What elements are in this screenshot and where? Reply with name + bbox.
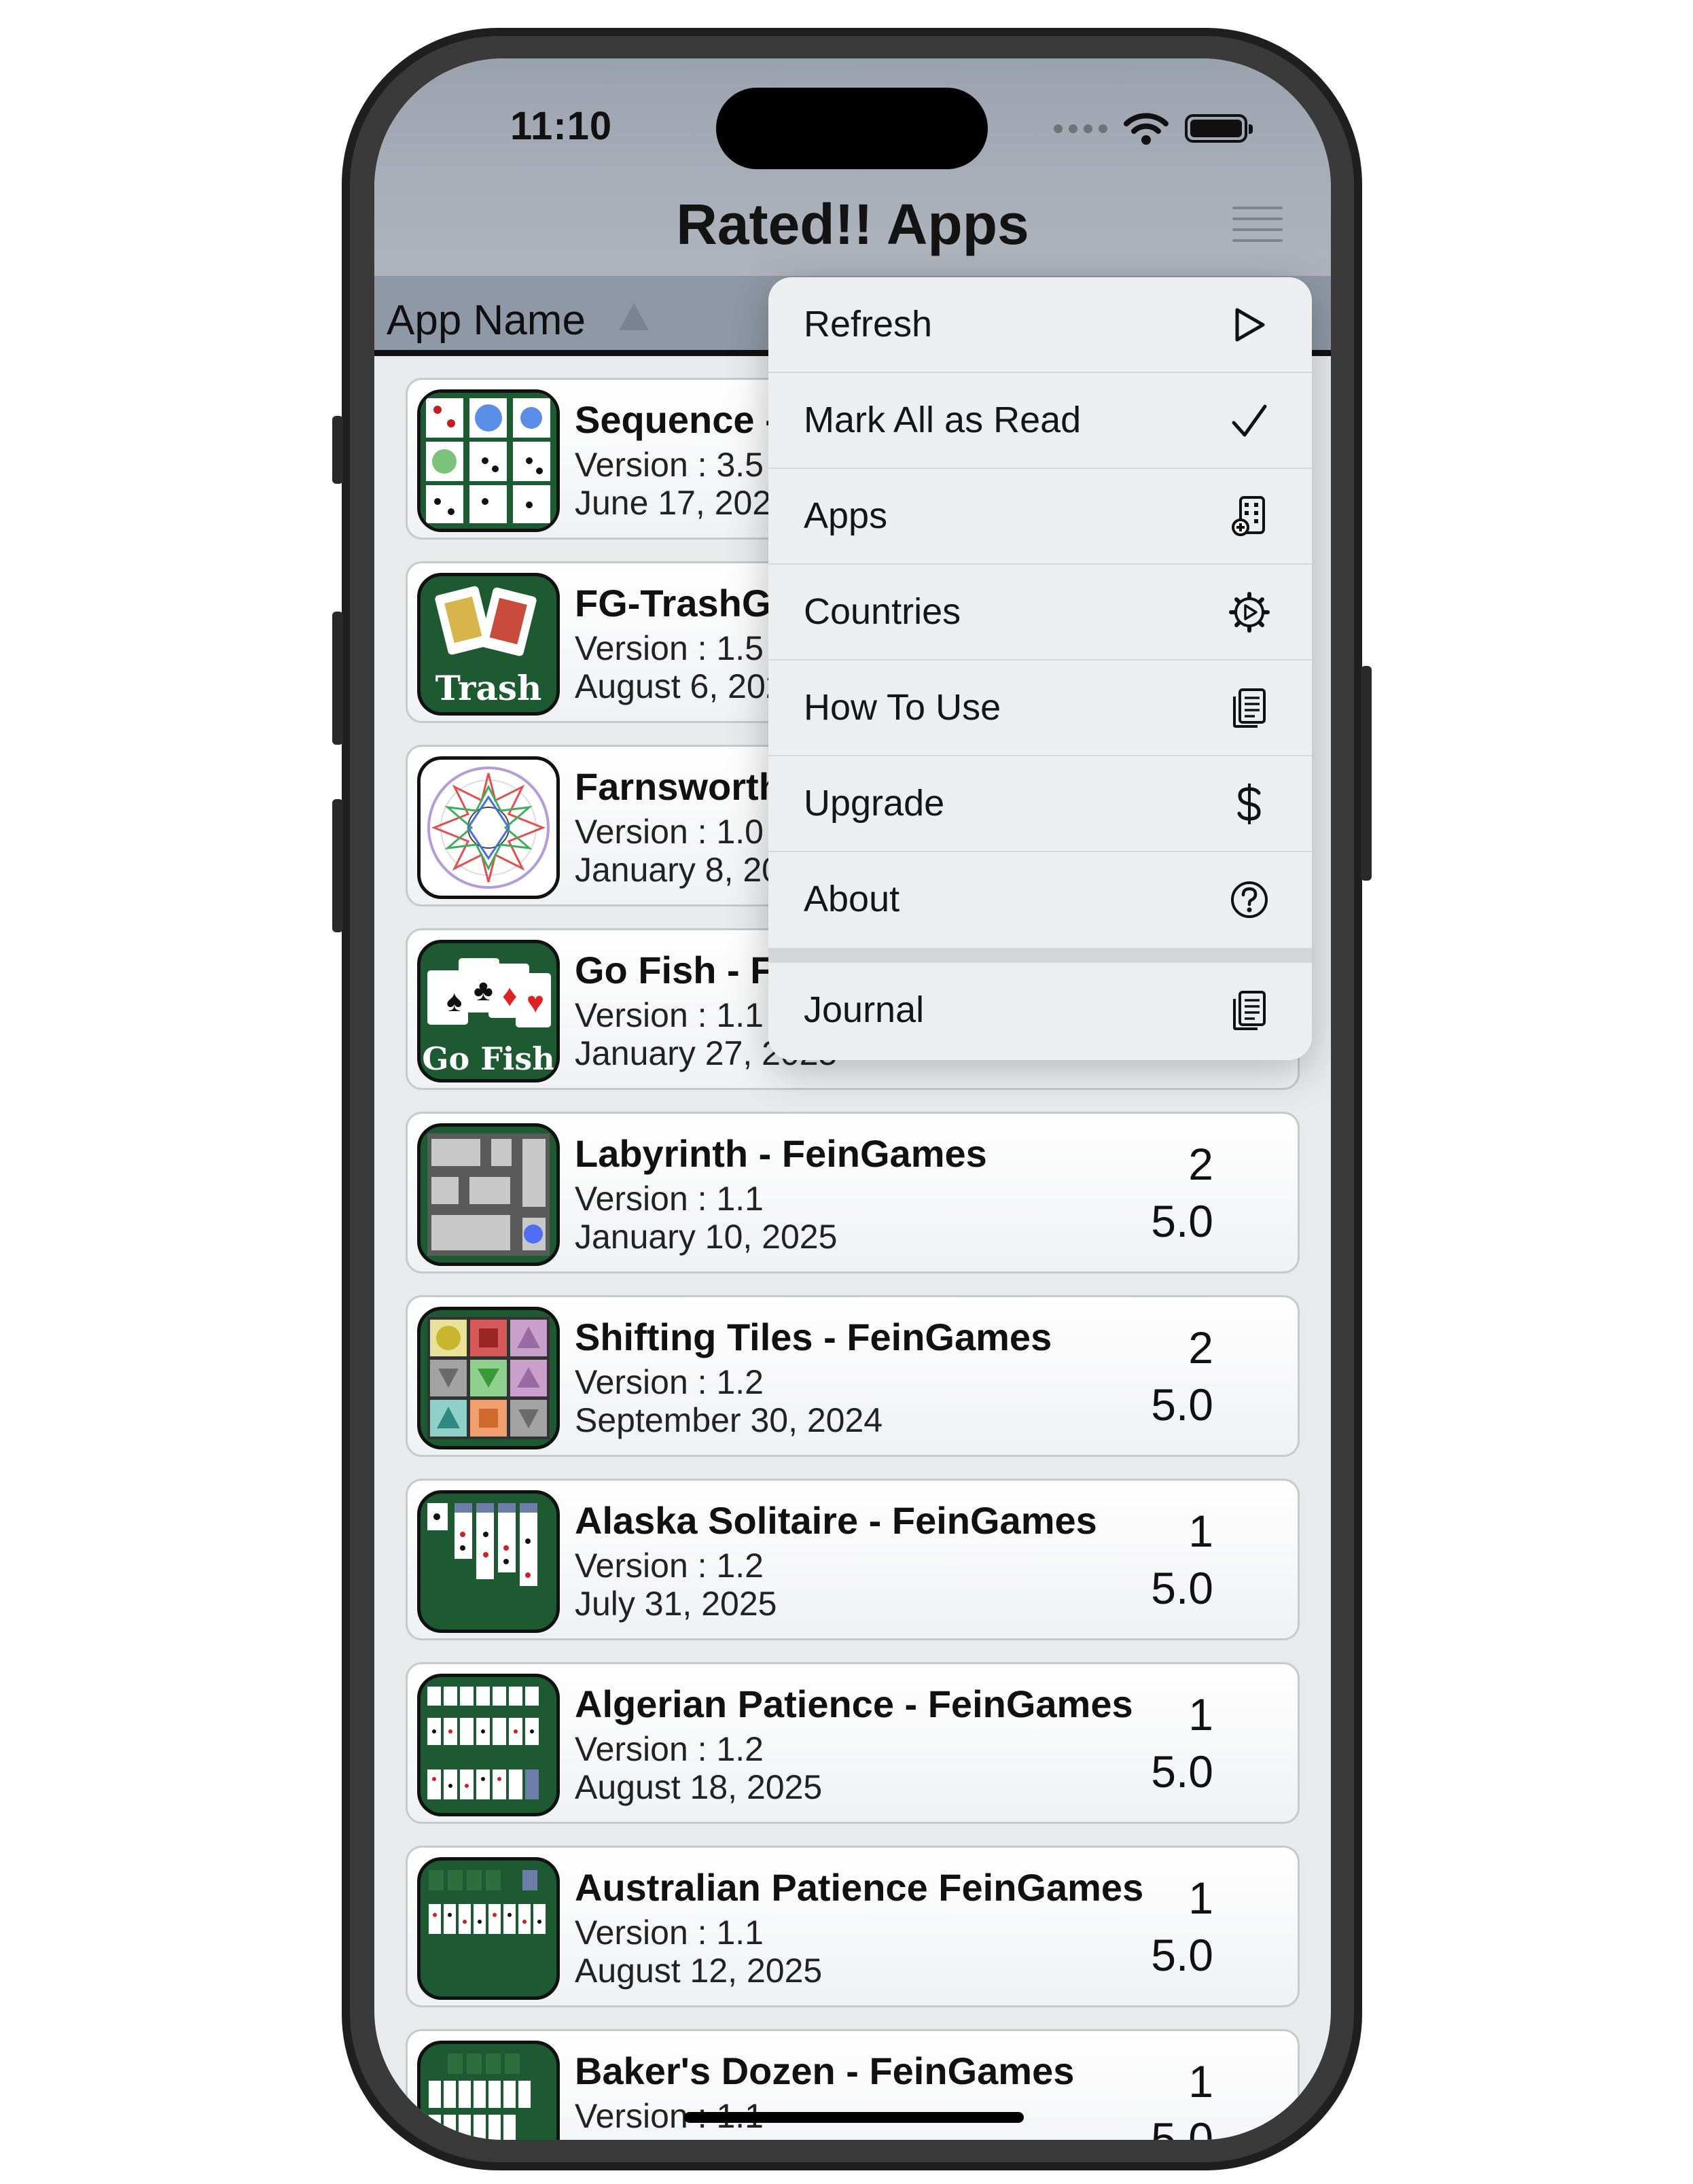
- shifting-tiles-app-icon: [417, 1307, 560, 1449]
- menu-item-countries[interactable]: Countries: [768, 565, 1312, 661]
- volume-up-button: [332, 612, 343, 745]
- menu-item-how-to-use[interactable]: How To Use: [768, 661, 1312, 756]
- document-icon: [1225, 986, 1274, 1035]
- app-version: Version : 1.2: [575, 1547, 764, 1585]
- list-item[interactable]: Alaska Solitaire - FeinGames Version : 1…: [406, 1479, 1300, 1640]
- document-icon: [1225, 684, 1274, 733]
- page-title: Rated!! Apps: [676, 192, 1029, 256]
- wifi-icon: [1124, 113, 1169, 145]
- app-date: August 18, 2025: [575, 1768, 823, 1806]
- menu-separator: [768, 948, 1312, 963]
- app-add-icon: [1225, 492, 1274, 541]
- menu-item-label: Journal: [804, 989, 925, 1030]
- svg-text:♦: ♦: [502, 979, 517, 1012]
- question-icon: [1225, 875, 1274, 924]
- app-name: Algerian Patience - FeinGames: [575, 1683, 1133, 1725]
- list-item[interactable]: Baker's Dozen - FeinGames Version : 1.1 …: [406, 2029, 1300, 2140]
- app-date: July 31, 2025: [575, 1585, 777, 1623]
- menu-item-label: How To Use: [804, 687, 1001, 728]
- app-version: Version : 1.1: [575, 1180, 764, 1218]
- menu-item-label: Apps: [804, 495, 888, 536]
- silent-switch: [332, 416, 343, 484]
- volume-down-button: [332, 799, 343, 932]
- gear-icon: [1225, 588, 1274, 637]
- app-name: Labyrinth - FeinGames: [575, 1132, 987, 1175]
- dollar-icon: [1225, 779, 1274, 828]
- rating-value: 5.0: [1151, 1746, 1213, 1797]
- app-version: Version : 1.2: [575, 1730, 764, 1768]
- rating-value: 5.0: [1151, 2113, 1213, 2140]
- bakers-dozen-app-icon: [417, 2041, 560, 2140]
- column-header-label: App Name: [387, 297, 586, 344]
- alaska-solitaire-app-icon: [417, 1490, 560, 1633]
- checkmark-icon: [1225, 396, 1274, 445]
- rating-count: 2: [1188, 1139, 1213, 1189]
- algerian-patience-app-icon: [417, 1674, 560, 1816]
- svg-text:♣: ♣: [474, 974, 493, 1007]
- app-name: Baker's Dozen - FeinGames: [575, 2049, 1075, 2092]
- rating-value: 5.0: [1151, 1563, 1213, 1613]
- menu-item-about[interactable]: About: [768, 852, 1312, 948]
- status-time: 11:10: [510, 104, 613, 148]
- menu-item-apps[interactable]: Apps: [768, 469, 1312, 565]
- svg-text:♠: ♠: [446, 985, 462, 1018]
- app-date: September 30, 2024: [575, 1401, 883, 1439]
- gofish-icon-label: Go Fish: [422, 1040, 554, 1077]
- menu-item-journal[interactable]: Journal: [768, 963, 1312, 1059]
- list-item[interactable]: Labyrinth - FeinGames Version : 1.1 Janu…: [406, 1112, 1300, 1273]
- options-menu: Refresh Mark All as Read Apps Countries …: [768, 277, 1312, 1060]
- rating-value: 5.0: [1151, 1930, 1213, 1980]
- status-icons: [1054, 111, 1253, 145]
- rating-value: 5.0: [1151, 1196, 1213, 1246]
- sort-ascending-icon[interactable]: [619, 303, 649, 330]
- signal-dots-icon: [1054, 124, 1107, 133]
- list-item[interactable]: Australian Patience FeinGames Version : …: [406, 1846, 1300, 2007]
- sequence-app-icon: [417, 389, 560, 532]
- power-button: [1361, 666, 1372, 881]
- app-version: Version : 1.1: [575, 1914, 764, 1952]
- svg-text:♥: ♥: [527, 986, 544, 1019]
- menu-item-upgrade[interactable]: Upgrade: [768, 756, 1312, 852]
- menu-item-label: Mark All as Read: [804, 400, 1082, 440]
- dynamic-island: [716, 88, 988, 169]
- app-version: Version : 1.0: [575, 813, 764, 851]
- app-name: Farnsworth: [575, 765, 782, 808]
- menu-item-mark-all-read[interactable]: Mark All as Read: [768, 373, 1312, 469]
- app-name: Australian Patience FeinGames: [575, 1866, 1144, 1909]
- home-indicator[interactable]: [684, 2112, 1024, 2123]
- rating-count: 1: [1188, 1873, 1213, 1923]
- rating-count: 1: [1188, 1689, 1213, 1740]
- farnsworth-app-icon: [417, 756, 560, 899]
- menu-button[interactable]: [1232, 207, 1283, 250]
- app-date: June 17, 2025: [575, 484, 790, 522]
- australian-patience-app-icon: [417, 1857, 560, 2000]
- app-version: Version : 1.1: [575, 996, 764, 1034]
- play-icon: [1225, 300, 1274, 349]
- rating-count: 1: [1188, 1506, 1213, 1556]
- labyrinth-app-icon: [417, 1123, 560, 1266]
- rating-value: 5.0: [1151, 1379, 1213, 1430]
- menu-item-label: Refresh: [804, 304, 933, 345]
- menu-item-label: About: [804, 879, 900, 919]
- menu-item-refresh[interactable]: Refresh: [768, 277, 1312, 373]
- menu-item-label: Upgrade: [804, 783, 945, 824]
- rating-count: 1: [1188, 2056, 1213, 2107]
- screen: 11:10 Rated!! Apps App Name Sequence Ver…: [374, 58, 1331, 2140]
- trash-app-icon: Trash: [417, 573, 560, 716]
- go-fish-app-icon: ♠ ♣ ♦ ♥ Go Fish: [417, 940, 560, 1082]
- trash-icon-label: Trash: [435, 668, 542, 708]
- app-date: August 12, 2025: [575, 1952, 823, 1990]
- list-item[interactable]: Shifting Tiles - FeinGames Version : 1.2…: [406, 1295, 1300, 1457]
- navigation-bar: 11:10 Rated!! Apps: [374, 58, 1331, 276]
- app-version: Version : 3.5: [575, 446, 764, 484]
- app-name: Alaska Solitaire - FeinGames: [575, 1499, 1097, 1542]
- rating-count: 2: [1188, 1322, 1213, 1373]
- app-name: Shifting Tiles - FeinGames: [575, 1316, 1052, 1358]
- app-version: Version : 1.5: [575, 629, 764, 667]
- list-item[interactable]: Algerian Patience - FeinGames Version : …: [406, 1662, 1300, 1824]
- app-date: January 10, 2025: [575, 1218, 838, 1256]
- battery-icon: [1185, 114, 1253, 143]
- app-version: Version : 1.2: [575, 1363, 764, 1401]
- menu-item-label: Countries: [804, 591, 961, 632]
